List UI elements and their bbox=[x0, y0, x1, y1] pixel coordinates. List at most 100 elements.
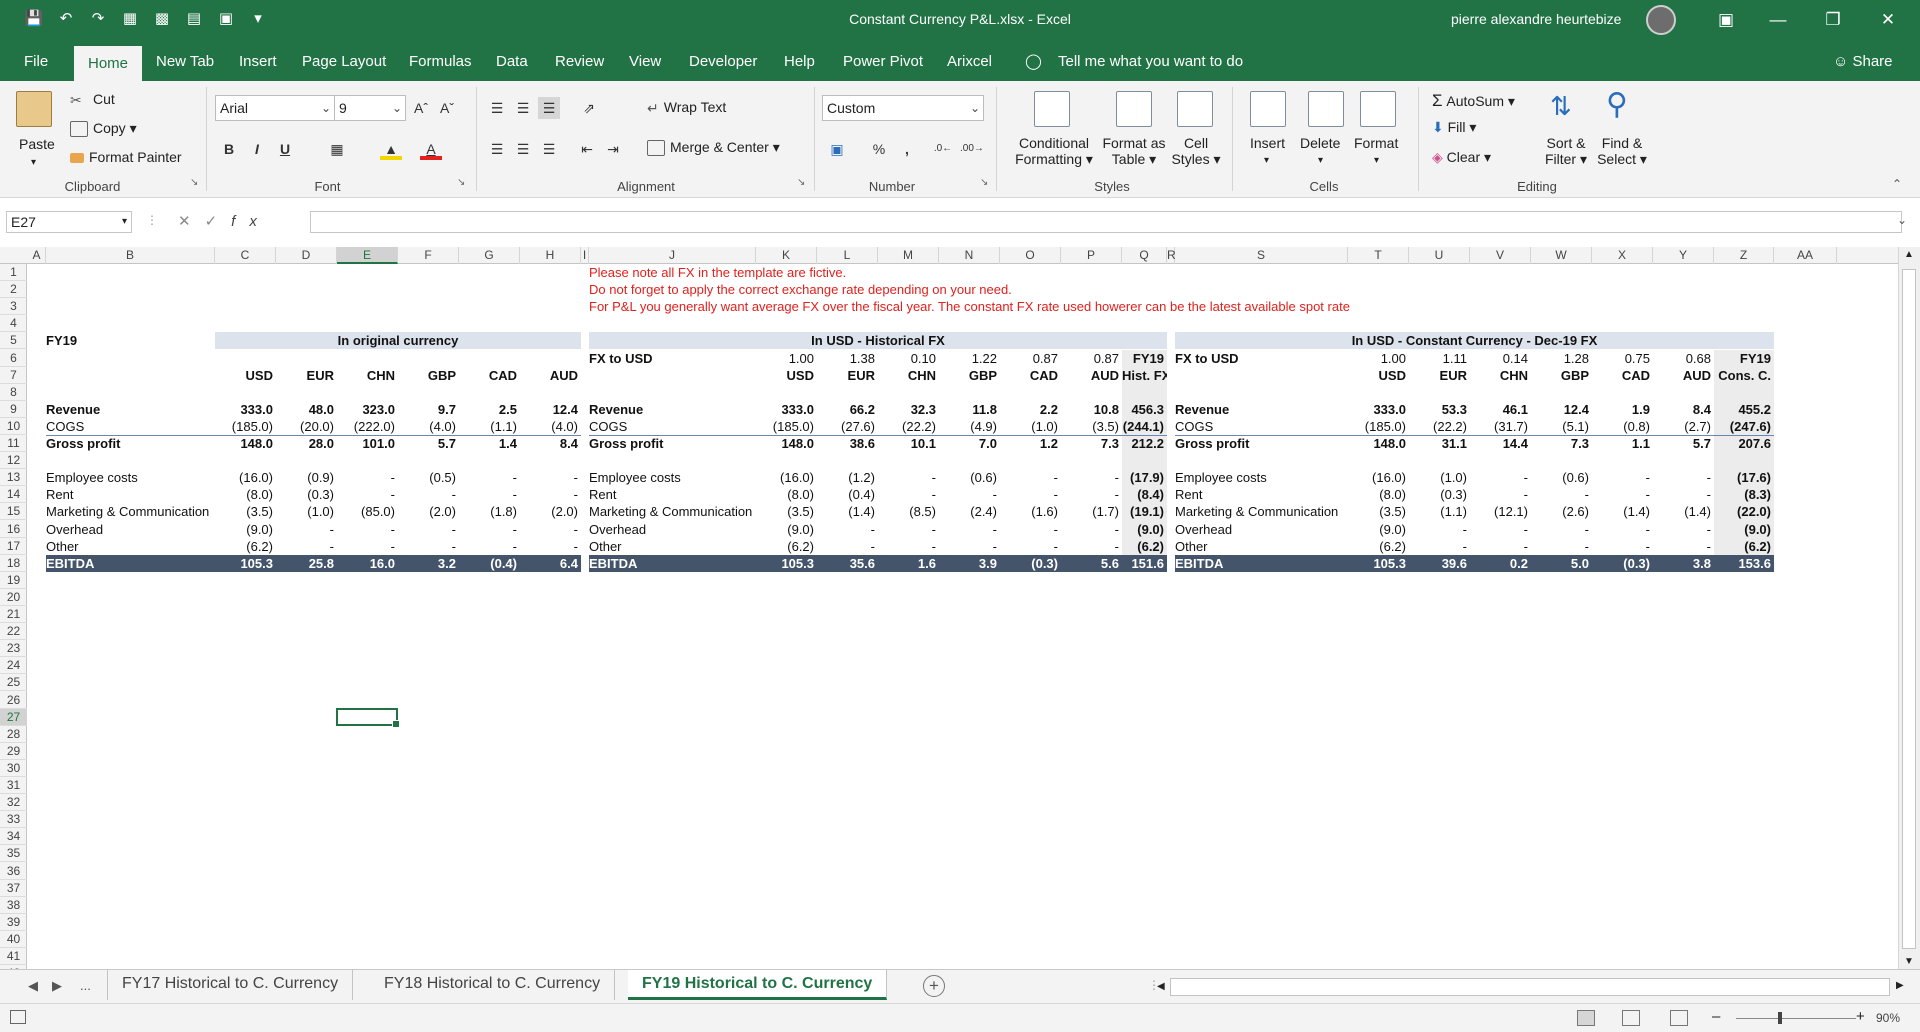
row-header-23[interactable]: 23 bbox=[0, 640, 27, 658]
pl-line-label[interactable]: Marketing & Communication bbox=[46, 503, 215, 520]
formula-bar-options-icon[interactable]: ⋮ bbox=[146, 213, 158, 227]
column-header-aa[interactable]: AA bbox=[1774, 247, 1837, 264]
hist-fx-rate[interactable]: 1.22 bbox=[939, 350, 1000, 367]
collapse-ribbon-icon[interactable]: ⌃ bbox=[1892, 177, 1902, 191]
row-header-38[interactable]: 38 bbox=[0, 897, 27, 914]
fx-to-usd-label[interactable]: FX to USD bbox=[1175, 350, 1348, 367]
row-header-7[interactable]: 7 bbox=[0, 367, 27, 384]
column-header-j[interactable]: J bbox=[589, 247, 756, 264]
increase-decimal-icon[interactable]: .0← bbox=[932, 138, 954, 160]
value-cell[interactable]: - bbox=[1470, 538, 1531, 555]
delete-cells-button[interactable]: Delete bbox=[1300, 135, 1340, 151]
value-cell[interactable]: 7.0 bbox=[939, 435, 1000, 452]
row-header-3[interactable]: 3 bbox=[0, 298, 27, 316]
pl-line-label[interactable]: COGS bbox=[46, 418, 215, 435]
value-cell[interactable]: 2.2 bbox=[1000, 401, 1061, 418]
value-cell[interactable]: 9.7 bbox=[398, 401, 459, 418]
const-fx-rate[interactable]: 0.14 bbox=[1470, 350, 1531, 367]
value-cell[interactable]: - bbox=[459, 521, 520, 538]
undo-icon[interactable]: ↶ bbox=[54, 8, 78, 30]
original-currency-title[interactable]: In original currency bbox=[215, 332, 581, 349]
value-cell[interactable]: - bbox=[1592, 486, 1653, 503]
tab-view[interactable]: View bbox=[629, 40, 661, 81]
value-cell[interactable]: (9.0) bbox=[756, 521, 817, 538]
align-right-icon[interactable]: ☰ bbox=[538, 138, 560, 160]
value-cell[interactable]: - bbox=[520, 486, 581, 503]
value-cell[interactable]: (185.0) bbox=[215, 418, 276, 435]
pl-line-label[interactable]: Revenue bbox=[589, 401, 756, 418]
tab-developer[interactable]: Developer bbox=[689, 40, 757, 81]
merge-center-button[interactable]: Merge & Center ▾ bbox=[647, 139, 780, 157]
row-header-22[interactable]: 22 bbox=[0, 623, 27, 641]
tab-insert[interactable]: Insert bbox=[239, 40, 277, 81]
value-cell[interactable]: 16.0 bbox=[337, 555, 398, 572]
align-center-icon[interactable]: ☰ bbox=[512, 138, 534, 160]
decrease-decimal-icon[interactable]: .00→ bbox=[960, 138, 984, 160]
currency-header[interactable]: GBP bbox=[939, 367, 1000, 384]
value-cell[interactable]: - bbox=[276, 521, 337, 538]
format-as-table-icon[interactable] bbox=[1116, 91, 1152, 127]
pl-line-label[interactable]: Rent bbox=[46, 486, 215, 503]
pl-line-label[interactable]: Other bbox=[589, 538, 756, 555]
value-cell[interactable]: (0.3) bbox=[1409, 486, 1470, 503]
pl-line-label[interactable]: EBITDA bbox=[589, 555, 756, 572]
value-cell[interactable]: 12.4 bbox=[520, 401, 581, 418]
value-cell[interactable]: (6.2) bbox=[1122, 538, 1167, 555]
value-cell[interactable]: - bbox=[878, 538, 939, 555]
value-cell[interactable]: 10.1 bbox=[878, 435, 939, 452]
row-header-40[interactable]: 40 bbox=[0, 931, 27, 948]
row-header-17[interactable]: 17 bbox=[0, 538, 27, 555]
value-cell[interactable]: 35.6 bbox=[817, 555, 878, 572]
scroll-up-icon[interactable]: ▲ bbox=[1904, 249, 1914, 260]
decrease-indent-icon[interactable]: ⇤ bbox=[576, 138, 598, 160]
currency-header[interactable]: USD bbox=[756, 367, 817, 384]
currency-header[interactable]: AUD bbox=[1061, 367, 1122, 384]
value-cell[interactable]: 5.7 bbox=[1653, 435, 1714, 452]
value-cell[interactable]: - bbox=[878, 469, 939, 486]
column-header-n[interactable]: N bbox=[939, 247, 1000, 264]
value-cell[interactable]: 12.4 bbox=[1531, 401, 1592, 418]
value-cell[interactable]: (22.0) bbox=[1714, 503, 1774, 520]
value-cell[interactable]: (31.7) bbox=[1470, 418, 1531, 435]
more-sheets-icon[interactable]: ... bbox=[80, 978, 91, 993]
page-break-view-icon[interactable] bbox=[1670, 1010, 1688, 1026]
value-cell[interactable]: 3.9 bbox=[939, 555, 1000, 572]
value-cell[interactable]: 456.3 bbox=[1122, 401, 1167, 418]
avatar[interactable] bbox=[1646, 5, 1676, 35]
row-header-30[interactable]: 30 bbox=[0, 760, 27, 777]
number-format-select[interactable]: Custom ⌄ bbox=[822, 95, 984, 121]
row-header-29[interactable]: 29 bbox=[0, 743, 27, 760]
currency-header[interactable]: EUR bbox=[817, 367, 878, 384]
zoom-in-icon[interactable]: + bbox=[1856, 1008, 1865, 1025]
pl-line-label[interactable]: Overhead bbox=[589, 521, 756, 538]
increase-font-icon[interactable]: Aˆ bbox=[410, 97, 432, 119]
pl-line-label[interactable]: Gross profit bbox=[46, 435, 215, 452]
value-cell[interactable]: - bbox=[520, 538, 581, 555]
value-cell[interactable]: (8.3) bbox=[1714, 486, 1774, 503]
pl-line-label[interactable]: Rent bbox=[1175, 486, 1348, 503]
value-cell[interactable]: - bbox=[939, 521, 1000, 538]
value-cell[interactable]: (185.0) bbox=[1348, 418, 1409, 435]
column-header-k[interactable]: K bbox=[756, 247, 817, 264]
constant-currency-title[interactable]: In USD - Constant Currency - Dec-19 FX bbox=[1175, 332, 1774, 349]
row-header-41[interactable]: 41 bbox=[0, 948, 27, 966]
value-cell[interactable]: (12.1) bbox=[1470, 503, 1531, 520]
value-cell[interactable]: - bbox=[939, 486, 1000, 503]
horizontal-scrollbar[interactable]: ◀ bbox=[1157, 978, 1890, 996]
increase-indent-icon[interactable]: ⇥ bbox=[602, 138, 624, 160]
value-cell[interactable]: (6.2) bbox=[215, 538, 276, 555]
fill-color-icon[interactable]: ▲ bbox=[380, 138, 402, 160]
value-cell[interactable]: (16.0) bbox=[215, 469, 276, 486]
const-fx-rate[interactable]: 0.68 bbox=[1653, 350, 1714, 367]
note-text[interactable]: Please note all FX in the template are f… bbox=[589, 264, 1837, 281]
row-header-27[interactable]: 27 bbox=[0, 708, 27, 726]
value-cell[interactable]: - bbox=[398, 521, 459, 538]
column-header-p[interactable]: P bbox=[1061, 247, 1122, 264]
value-cell[interactable]: (6.2) bbox=[1714, 538, 1774, 555]
value-cell[interactable]: - bbox=[1653, 521, 1714, 538]
format-cells-icon[interactable] bbox=[1360, 91, 1396, 127]
hist-fx-rate[interactable]: 1.00 bbox=[756, 350, 817, 367]
currency-header[interactable]: USD bbox=[1348, 367, 1409, 384]
value-cell[interactable]: 8.4 bbox=[1653, 401, 1714, 418]
insert-cells-button[interactable]: Insert bbox=[1250, 135, 1285, 151]
